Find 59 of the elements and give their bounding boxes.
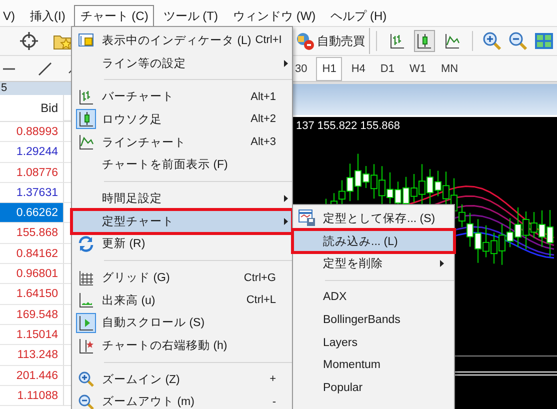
- menu-item[interactable]: ラインチャート Alt+3: [72, 130, 292, 154]
- menu-item[interactable]: 更新 (R): [72, 232, 292, 256]
- zoom-in-icon[interactable]: [482, 31, 502, 51]
- menu-item[interactable]: バーチャート Alt+1: [72, 85, 292, 108]
- price-text: 137 155.822 155.868: [296, 120, 400, 132]
- bid-cell[interactable]: 0.96801: [0, 264, 64, 284]
- menu-item[interactable]: Popular: [293, 376, 454, 400]
- menu-item[interactable]: ズームイン (Z) +: [72, 368, 292, 391]
- timeframe-button[interactable]: W1: [403, 56, 432, 80]
- menu-bar-item[interactable]: V): [0, 5, 18, 26]
- bid-cell[interactable]: 169.548: [0, 304, 64, 325]
- menu-item[interactable]: Momentum: [293, 354, 454, 377]
- menu-item[interactable]: 読み込み... (L): [293, 230, 454, 252]
- menu-item[interactable]: 表示中のインディケータ (L) Ctrl+I: [72, 29, 292, 52]
- menu-item[interactable]: 定型チャート: [72, 210, 292, 232]
- bid-cell[interactable]: 1.08776: [0, 162, 64, 183]
- menu-bar-item[interactable]: ツール (T): [157, 5, 224, 26]
- panel-title: 5: [0, 82, 73, 95]
- menu-item[interactable]: Layers: [293, 331, 454, 354]
- bid-cell[interactable]: 1.64150: [0, 284, 64, 305]
- menu-item[interactable]: 出来高 (u) Ctrl+L: [72, 288, 292, 312]
- autotrade-icon: [296, 32, 314, 50]
- tile-windows-icon[interactable]: [534, 31, 554, 51]
- menu-item[interactable]: ロウソク足 Alt+2: [72, 108, 292, 131]
- menu-item[interactable]: ADX: [293, 286, 454, 309]
- menu-bar-item[interactable]: ウィンドウ (W): [226, 5, 322, 26]
- menu-item[interactable]: 定型を削除: [293, 252, 454, 276]
- bid-cell[interactable]: 1.15014: [0, 324, 64, 346]
- bid-cell[interactable]: 201.446: [0, 366, 64, 386]
- timeframe-button[interactable]: H4: [345, 56, 372, 80]
- zoom-out-icon[interactable]: [508, 31, 528, 51]
- menu-bar-item[interactable]: 挿入(I): [24, 5, 72, 26]
- autotrade-button[interactable]: 自動売買: [296, 28, 370, 54]
- bid-cell[interactable]: 113.248: [0, 345, 64, 366]
- bid-cell[interactable]: 0.84162: [0, 244, 64, 264]
- menu-item[interactable]: 時間足設定: [72, 187, 292, 210]
- candlestick-icon[interactable]: [414, 30, 436, 52]
- bid-cell[interactable]: 1.29244: [0, 142, 64, 163]
- bid-cell[interactable]: 0.88993: [0, 122, 64, 142]
- menu-item[interactable]: チャートを前面表示 (F): [72, 153, 292, 176]
- timeframe-button[interactable]: 30: [289, 56, 314, 80]
- menu-item[interactable]: ライン等の設定: [72, 52, 292, 74]
- column-header[interactable]: Bid: [0, 95, 64, 121]
- menu-item[interactable]: BollingerBands: [293, 308, 454, 332]
- menu-item[interactable]: グリッド (G) Ctrl+G: [72, 266, 292, 289]
- save-template-icon: [297, 208, 317, 228]
- crosshair-icon[interactable]: [19, 31, 39, 51]
- bid-cell[interactable]: 155.868: [0, 223, 64, 244]
- timeframe-button[interactable]: MN: [434, 56, 464, 80]
- menu-bar-item[interactable]: チャート (C): [74, 5, 154, 26]
- bid-cell[interactable]: 1.11088: [0, 386, 64, 406]
- menu-item[interactable]: ズームアウト (m) -: [72, 390, 292, 409]
- bid-cell[interactable]: 0.66262: [0, 203, 64, 224]
- menu-item[interactable]: 自動スクロール (S): [72, 312, 292, 334]
- menu-bar-item[interactable]: ヘルプ (H): [324, 5, 393, 26]
- menu-item[interactable]: 定型として保存... (S): [293, 207, 454, 230]
- timeframe-button[interactable]: D1: [374, 56, 400, 80]
- timeframe-button[interactable]: H1: [316, 56, 342, 80]
- menu-item[interactable]: チャートの右端移動 (h): [72, 334, 292, 357]
